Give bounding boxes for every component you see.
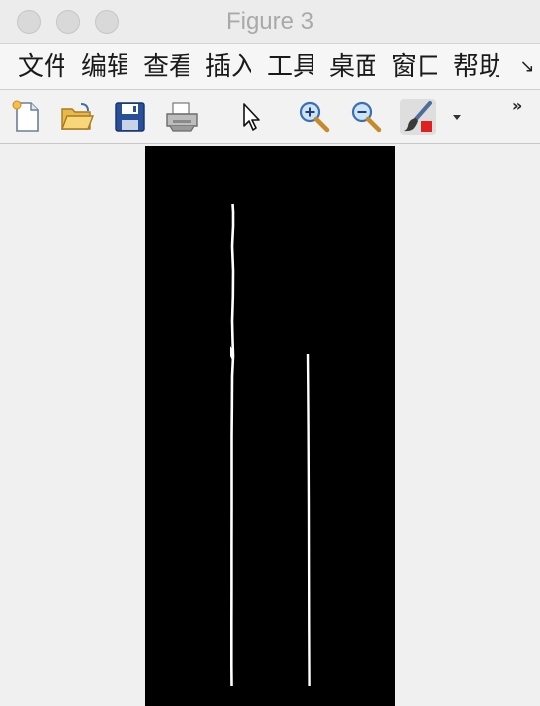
left-white-line bbox=[230, 203, 235, 687]
zoom-in-icon[interactable] bbox=[296, 99, 332, 135]
menu-view[interactable]: 查看 bbox=[143, 50, 189, 84]
pointer-icon[interactable] bbox=[232, 99, 268, 135]
menu-insert[interactable]: 插入 bbox=[205, 50, 251, 84]
toolbar-overflow-icon[interactable]: » bbox=[512, 96, 522, 115]
toolbar: » bbox=[0, 90, 540, 144]
menu-window[interactable]: 窗口 bbox=[391, 50, 437, 84]
zoom-out-icon[interactable] bbox=[348, 99, 384, 135]
new-figure-icon[interactable] bbox=[9, 99, 45, 135]
title-bar: Figure 3 bbox=[0, 0, 540, 44]
menu-file[interactable]: 文件 bbox=[18, 50, 64, 84]
right-white-line bbox=[306, 353, 311, 687]
open-file-icon[interactable] bbox=[59, 99, 95, 135]
window-title: Figure 3 bbox=[225, 8, 315, 35]
brush-icon[interactable] bbox=[400, 99, 436, 135]
menu-overflow-icon[interactable]: ↘ bbox=[514, 54, 540, 80]
print-icon[interactable] bbox=[164, 99, 200, 135]
menu-bar: 文件 编辑 查看 插入 工具 桌面 窗口 帮助 ↘ bbox=[0, 44, 540, 90]
menu-edit[interactable]: 编辑 bbox=[81, 50, 127, 84]
save-icon[interactable] bbox=[112, 99, 148, 135]
dropdown-arrow-icon[interactable] bbox=[447, 99, 467, 135]
menu-desktop[interactable]: 桌面 bbox=[329, 50, 375, 84]
menu-tools[interactable]: 工具 bbox=[267, 50, 313, 84]
binary-image bbox=[230, 203, 311, 687]
menu-help[interactable]: 帮助 bbox=[453, 50, 499, 84]
figure-canvas bbox=[0, 144, 540, 706]
image-axes[interactable] bbox=[145, 146, 395, 706]
